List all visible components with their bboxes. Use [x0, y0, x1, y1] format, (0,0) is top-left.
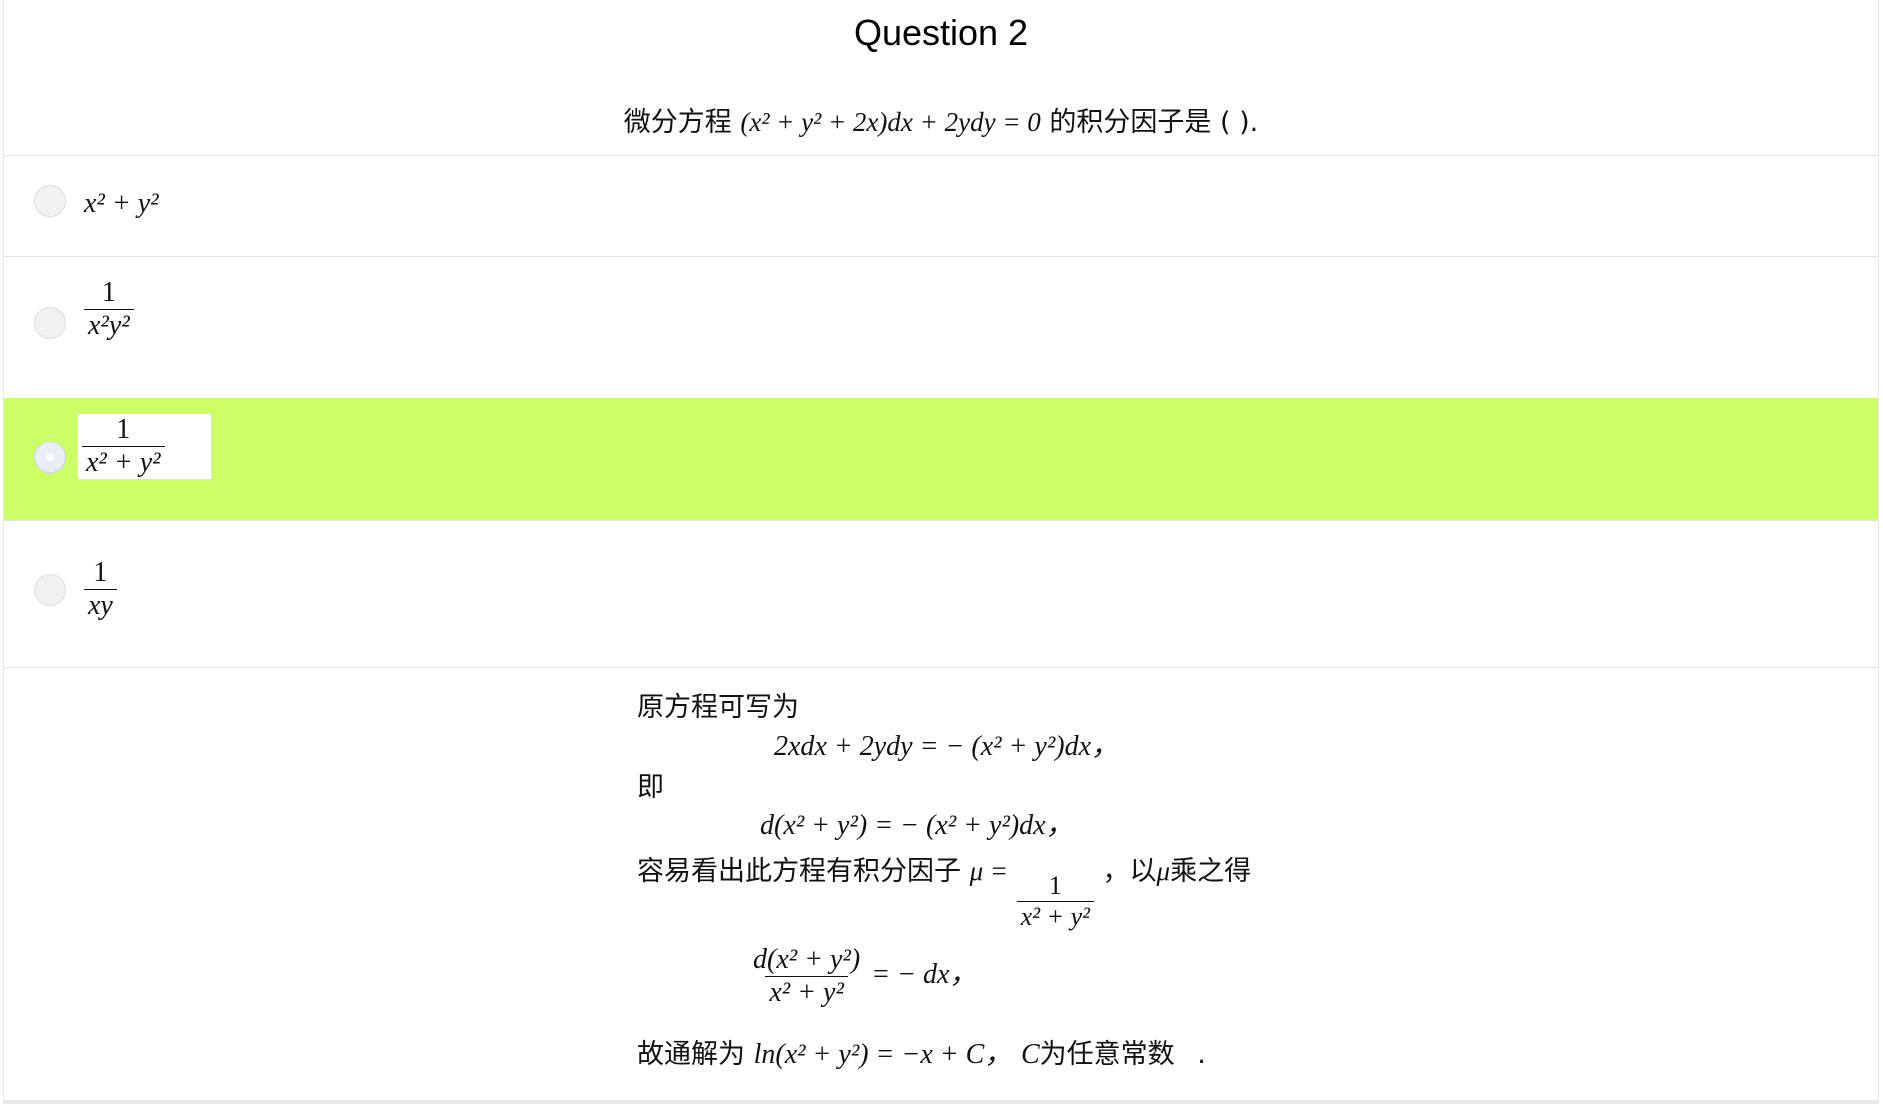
radio-button-c[interactable]	[34, 441, 66, 473]
line4-prefix: 故通解为	[637, 1039, 745, 1070]
eq3-numerator: d(x² + y²)	[753, 944, 861, 975]
solution-equation-3: d(x² + y²) x² + y² = − dx，	[749, 944, 977, 1009]
mu-inline: μ	[1156, 856, 1171, 886]
stem-equation: (x² + y² + 2x)dx + 2ydy = 0	[740, 107, 1041, 137]
mu-numerator: 1	[1048, 871, 1062, 900]
line4-end: .	[1197, 1039, 1206, 1070]
mu-denominator: x² + y²	[1016, 900, 1094, 932]
question-title: Question 2	[853, 12, 1029, 53]
option-c-fraction: 1 x² + y²	[78, 414, 211, 480]
option-b-denominator: x²y²	[84, 309, 134, 342]
radio-button-b[interactable]	[34, 307, 66, 339]
option-c-numerator: 1	[116, 414, 131, 445]
option-a[interactable]: x² + y²	[4, 155, 1878, 256]
option-c-denominator: x² + y²	[82, 446, 165, 479]
solution-line-4: 故通解为 ln(x² + y²) = −x + C， C为任意常数 .	[637, 1041, 1206, 1069]
general-solution: ln(x² + y²) = −x + C，	[753, 1039, 1013, 1070]
question-stem: 微分方程 (x² + y² + 2x)dx + 2ydy = 0 的积分因子是 …	[4, 100, 1878, 139]
question-card: Question 2 微分方程 (x² + y² + 2x)dx + 2ydy …	[3, 0, 1879, 1104]
line4-suffix: 为任意常数	[1039, 1039, 1175, 1070]
solution-equation-2: d(x² + y²) = − (x² + y²)dx，	[760, 810, 1074, 841]
option-b-numerator: 1	[101, 277, 116, 308]
option-b[interactable]: 1 x²y²	[4, 256, 1878, 398]
option-d-denominator: xy	[84, 589, 117, 622]
option-d-numerator: 1	[93, 557, 108, 588]
option-c[interactable]: 1 x² + y²	[4, 398, 1878, 520]
stem-suffix: 的积分因子是 ( ).	[1049, 107, 1259, 138]
option-d[interactable]: 1 xy	[4, 520, 1878, 668]
line3-suffix: 乘之得	[1170, 856, 1252, 887]
solution-line-2: 即	[637, 772, 664, 803]
eq3-rhs: = − dx，	[871, 959, 978, 991]
solution-line-1: 原方程可写为	[637, 692, 799, 723]
constant-c: C	[1020, 1039, 1040, 1070]
option-d-fraction: 1 xy	[84, 557, 117, 622]
option-a-label: x² + y²	[84, 188, 159, 219]
radio-button-a[interactable]	[34, 185, 66, 217]
radio-button-d[interactable]	[34, 574, 66, 606]
mu-definition: μ =	[969, 856, 1009, 886]
solution-line-3: 容易看出此方程有积分因子 μ = 1 x² + y² ，以μ乘之得	[637, 858, 1251, 932]
stem-prefix: 微分方程	[623, 107, 732, 138]
line3-mid: ，以	[1102, 856, 1157, 887]
solution-equation-1: 2xdx + 2ydy = − (x² + y²)dx，	[774, 731, 1120, 762]
eq3-denominator: x² + y²	[765, 976, 848, 1009]
option-b-fraction: 1 x²y²	[84, 277, 134, 342]
line3-prefix: 容易看出此方程有积分因子	[637, 856, 961, 887]
